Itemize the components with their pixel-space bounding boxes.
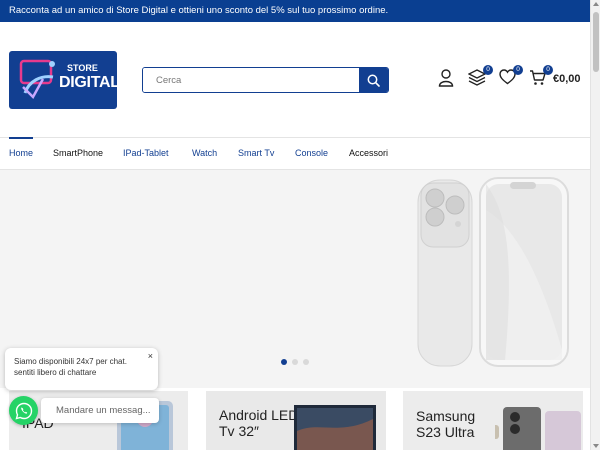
card-title: Samsung S23 Ultra	[416, 408, 476, 440]
search-icon	[367, 74, 380, 87]
search-button[interactable]	[359, 68, 388, 92]
wishlist-count-badge: 0	[513, 65, 523, 75]
account-button[interactable]	[438, 69, 454, 92]
search-input[interactable]	[143, 68, 361, 92]
cart-button[interactable]: 0	[529, 65, 553, 91]
nav-item-watch[interactable]: Watch	[192, 138, 217, 169]
whatsapp-icon	[15, 402, 32, 419]
logo-text-digital: DIGITAL	[59, 74, 117, 91]
chat-popup: Siamo disponibili 24x7 per chat. sentiti…	[5, 348, 158, 390]
whatsapp-button[interactable]	[9, 396, 38, 425]
nav-item-home[interactable]: Home	[9, 137, 34, 169]
promo-text: Racconta ad un amico di Store Digital e …	[9, 5, 389, 16]
scroll-up-icon[interactable]	[593, 2, 599, 6]
category-card-tv[interactable]: Android LED Tv 32″	[206, 391, 386, 450]
category-card-samsung[interactable]: Samsung S23 Ultra	[403, 391, 583, 450]
tv-image	[294, 405, 376, 450]
slider-dot[interactable]	[292, 359, 298, 365]
scroll-down-icon[interactable]	[593, 444, 599, 448]
logo-text-store: STORE	[67, 63, 98, 73]
cart-total[interactable]: €0,00	[553, 73, 581, 85]
cart-count-badge: 0	[543, 65, 553, 75]
compare-count-badge: 0	[483, 65, 493, 75]
scrollbar-thumb[interactable]	[593, 12, 599, 72]
slider-dot[interactable]	[281, 359, 287, 365]
samsung-phone-image	[495, 407, 581, 450]
main-navigation: Home SmartPhone IPad-Tablet Watch Smart …	[0, 137, 590, 170]
nav-item-console[interactable]: Console	[295, 138, 328, 169]
tv-logo-icon	[19, 59, 55, 100]
chat-close-button[interactable]: ×	[148, 351, 153, 362]
chat-message: Siamo disponibili 24x7 per chat. sentiti…	[14, 357, 127, 377]
promo-bar: Racconta ad un amico di Store Digital e …	[0, 0, 590, 22]
site-header: STORE DIGITAL 0	[0, 22, 590, 137]
chat-message-input[interactable]: Mandare un messag...	[41, 398, 159, 423]
nav-item-smartphone[interactable]: SmartPhone	[53, 138, 103, 169]
wishlist-button[interactable]: 0	[499, 65, 523, 90]
nav-item-ipad-tablet[interactable]: IPad-Tablet	[123, 138, 169, 169]
slider-dot[interactable]	[303, 359, 309, 365]
nav-item-smart-tv[interactable]: Smart Tv	[238, 138, 274, 169]
search-box	[142, 67, 389, 93]
compare-button[interactable]: 0	[467, 65, 493, 91]
user-icon	[438, 69, 454, 87]
store-logo[interactable]: STORE DIGITAL	[9, 51, 117, 109]
nav-item-accessori[interactable]: Accessori	[349, 138, 388, 169]
